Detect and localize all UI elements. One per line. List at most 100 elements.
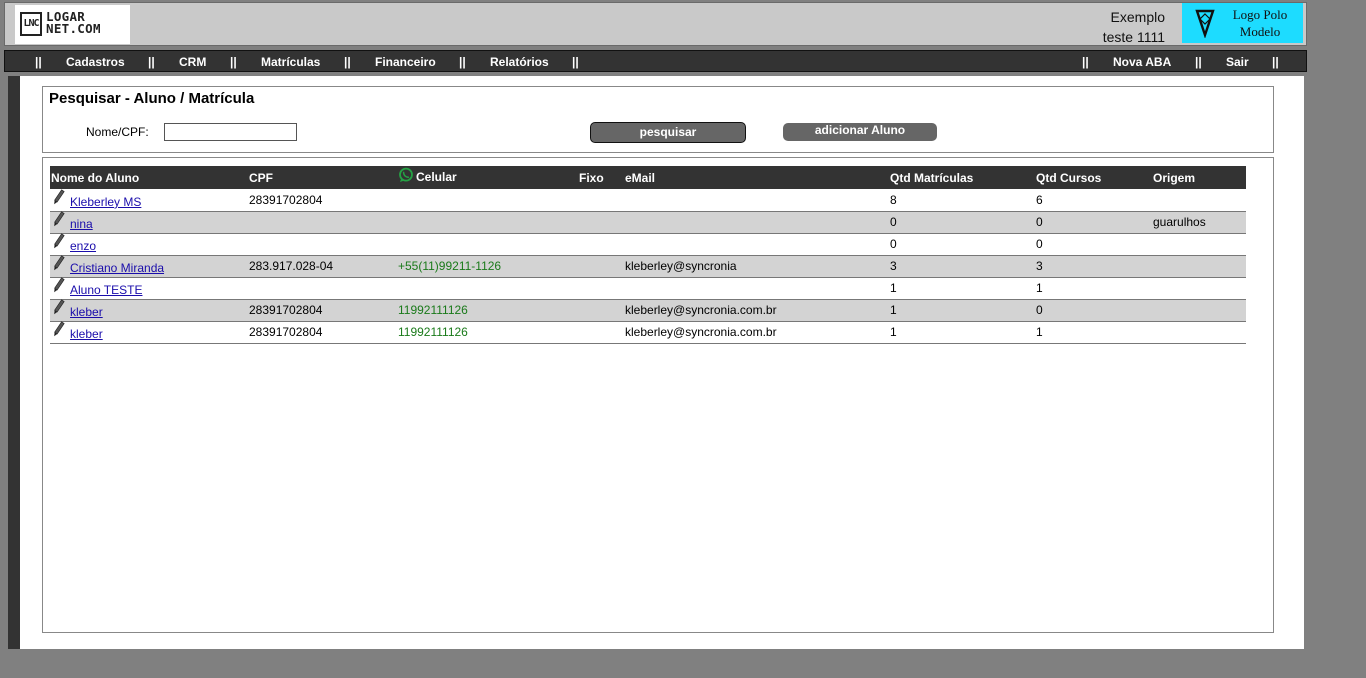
student-name-link[interactable]: Aluno TESTE (70, 283, 142, 297)
student-name-link[interactable]: kleber (70, 305, 103, 319)
edit-pencil-icon[interactable] (53, 277, 65, 293)
col-header-celular-label: Celular (416, 169, 457, 184)
cell-qtd-matriculas: 1 (889, 321, 1035, 344)
table-row: kleber 28391702804 11992111126 kleberley@sy… (50, 321, 1246, 344)
polo-logo-line-2: Modelo (1239, 24, 1281, 39)
table-row: Cristiano Miranda 283.917.028-04 +55(11)99… (50, 255, 1246, 278)
cell-origem (1152, 299, 1246, 322)
left-side-strip (8, 76, 20, 649)
cell-qtd-matriculas: 1 (889, 277, 1035, 300)
cell-origem (1152, 321, 1246, 344)
cell-email: kleberley@syncronia.com.br (624, 321, 889, 344)
table-row: nina 0 0 guarulhos (50, 211, 1246, 234)
menu-separator: || (459, 55, 466, 69)
user-info: Exemplo teste 1111 (1065, 7, 1165, 47)
cell-qtd-matriculas: 0 (889, 211, 1035, 234)
student-name-link[interactable]: Cristiano Miranda (70, 261, 164, 275)
cell-qtd-cursos: 0 (1035, 299, 1152, 322)
cell-qtd-matriculas: 0 (889, 233, 1035, 256)
cell-cpf (248, 211, 397, 234)
search-panel: Pesquisar - Aluno / Matrícula Nome/CPF: … (42, 86, 1274, 153)
cell-fixo (578, 211, 624, 234)
header-bar: LNC LOGAR NET.COM Exemplo teste 1111 Log… (4, 2, 1307, 46)
cell-cpf: 283.917.028-04 (248, 255, 397, 278)
cell-qtd-matriculas: 8 (889, 189, 1035, 212)
polo-logo: Logo Polo Modelo (1182, 3, 1303, 43)
student-name-link[interactable]: nina (70, 217, 93, 231)
logarnet-logo[interactable]: LNC LOGAR NET.COM (15, 5, 130, 44)
cell-qtd-matriculas: 3 (889, 255, 1035, 278)
cell-email (624, 233, 889, 256)
col-header-celular[interactable]: Celular (397, 166, 578, 189)
menu-financeiro[interactable]: Financeiro (375, 55, 436, 69)
menu-separator: || (148, 55, 155, 69)
cell-cpf (248, 233, 397, 256)
cell-celular: +55(11)99211-1126 (397, 255, 578, 278)
edit-pencil-icon[interactable] (53, 299, 65, 315)
menu-relatorios[interactable]: Relatórios (490, 55, 549, 69)
table-header-row: Nome do Aluno CPF Celular Fixo eMail Qtd… (50, 166, 1246, 189)
col-header-cursos[interactable]: Qtd Cursos (1035, 166, 1152, 189)
main-content: Pesquisar - Aluno / Matrícula Nome/CPF: … (20, 76, 1304, 649)
cell-celular (397, 277, 578, 300)
student-name-link[interactable]: enzo (70, 239, 96, 253)
cell-email: kleberley@syncronia.com.br (624, 299, 889, 322)
col-header-origem[interactable]: Origem (1152, 166, 1246, 189)
cell-qtd-cursos: 1 (1035, 321, 1152, 344)
cell-celular (397, 211, 578, 234)
cell-fixo (578, 233, 624, 256)
search-input[interactable] (164, 123, 297, 141)
col-header-cpf[interactable]: CPF (248, 166, 397, 189)
edit-pencil-icon[interactable] (53, 321, 65, 337)
col-header-email[interactable]: eMail (624, 166, 889, 189)
table-row: kleber 28391702804 11992111126 kleberley@sy… (50, 299, 1246, 322)
logo-mark: LNC (20, 12, 42, 36)
table-row: Aluno TESTE 1 1 (50, 277, 1246, 300)
main-menu: || Cadastros || CRM || Matrículas || Fin… (4, 50, 1307, 72)
cell-email (624, 277, 889, 300)
menu-separator: || (344, 55, 351, 69)
search-button[interactable]: pesquisar (590, 122, 746, 143)
user-name: Exemplo (1110, 9, 1165, 25)
cell-qtd-cursos: 3 (1035, 255, 1152, 278)
edit-pencil-icon[interactable] (53, 233, 65, 249)
menu-separator: || (1082, 55, 1089, 69)
cell-origem (1152, 233, 1246, 256)
cell-origem (1152, 277, 1246, 300)
table-row: enzo 0 0 (50, 233, 1246, 256)
cell-email (624, 189, 889, 212)
polo-logo-line-1: Logo Polo (1232, 7, 1288, 22)
edit-pencil-icon[interactable] (53, 255, 65, 271)
student-name-link[interactable]: kleber (70, 327, 103, 341)
cell-qtd-cursos: 1 (1035, 277, 1152, 300)
menu-separator: || (572, 55, 579, 69)
add-student-button[interactable]: adicionar Aluno (783, 123, 937, 141)
cell-celular (397, 189, 578, 212)
cell-fixo (578, 321, 624, 344)
cell-qtd-cursos: 0 (1035, 211, 1152, 234)
menu-sair[interactable]: Sair (1226, 55, 1249, 69)
menu-crm[interactable]: CRM (179, 55, 206, 69)
menu-cadastros[interactable]: Cadastros (66, 55, 125, 69)
cell-fixo (578, 255, 624, 278)
table-row: Kleberley MS 28391702804 8 6 (50, 189, 1246, 212)
col-header-fixo[interactable]: Fixo (578, 166, 624, 189)
menu-matriculas[interactable]: Matrículas (261, 55, 320, 69)
cell-qtd-matriculas: 1 (889, 299, 1035, 322)
cell-cpf (248, 277, 397, 300)
cell-origem: guarulhos (1152, 211, 1246, 234)
cell-qtd-cursos: 6 (1035, 189, 1152, 212)
edit-pencil-icon[interactable] (53, 189, 65, 205)
polo-emblem-icon (1195, 9, 1215, 38)
col-header-name[interactable]: Nome do Aluno (50, 166, 248, 189)
col-header-matriculas[interactable]: Qtd Matrículas (889, 166, 1035, 189)
cell-fixo (578, 189, 624, 212)
cell-email (624, 211, 889, 234)
cell-celular (397, 233, 578, 256)
edit-pencil-icon[interactable] (53, 211, 65, 227)
menu-nova-aba[interactable]: Nova ABA (1113, 55, 1171, 69)
cell-cpf: 28391702804 (248, 299, 397, 322)
whatsapp-icon (399, 167, 413, 182)
student-name-link[interactable]: Kleberley MS (70, 195, 141, 209)
search-label: Nome/CPF: (86, 125, 149, 139)
